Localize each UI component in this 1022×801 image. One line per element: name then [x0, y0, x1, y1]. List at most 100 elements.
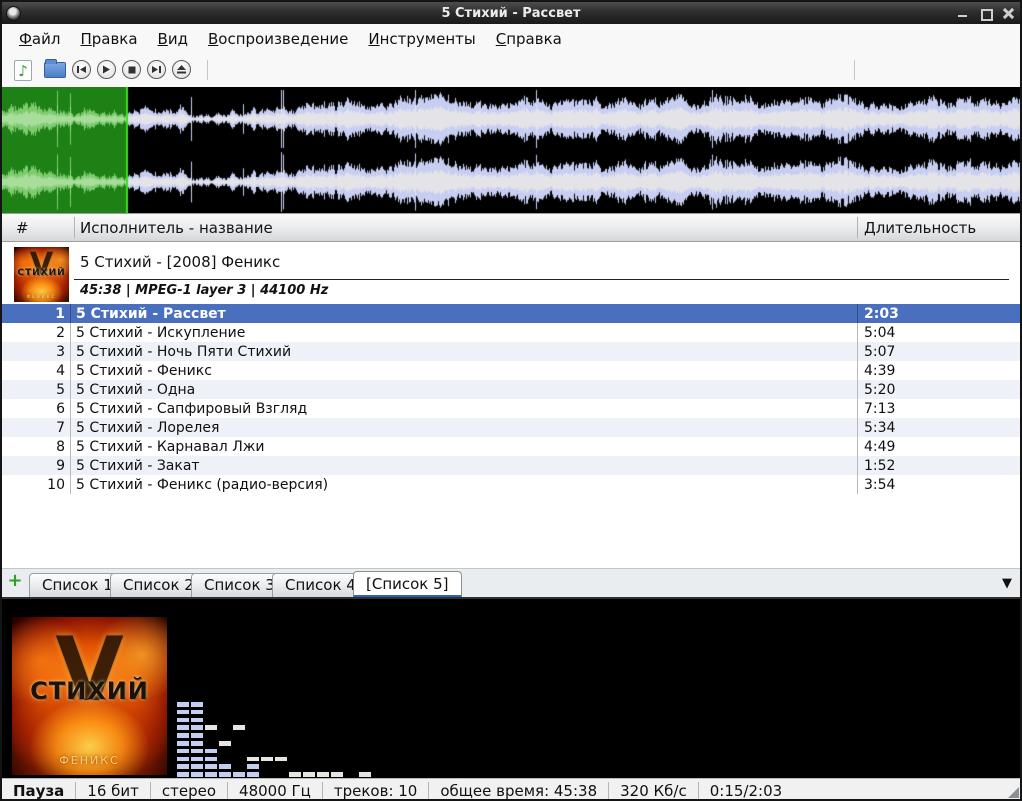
spectrum-segment: [275, 757, 287, 762]
track-row[interactable]: 25 Стихий - Искупление5:04: [2, 323, 1020, 342]
maximize-icon[interactable]: [980, 8, 991, 19]
menu-file[interactable]: Файл: [10, 26, 69, 52]
previous-button[interactable]: [72, 60, 91, 79]
spectrum-segment: [205, 772, 217, 777]
menu-help[interactable]: Справка: [487, 26, 571, 52]
stop-button[interactable]: [122, 60, 141, 79]
status-playback-state: Пауза: [2, 782, 75, 800]
status-channels: стерео: [150, 782, 227, 800]
spectrum-segment: [205, 749, 217, 754]
spectrum-segment: [177, 733, 189, 738]
spectrum-segment: [191, 725, 203, 730]
visualization-pane: V СТИХИЙ ФЕНИКС: [2, 597, 1020, 778]
track-list: 15 Стихий - Рассвет2:03 25 Стихий - Иску…: [2, 304, 1020, 494]
track-row[interactable]: 35 Стихий - Ночь Пяти Стихий5:07: [2, 342, 1020, 361]
spectrum-segment: [177, 725, 189, 730]
group-title: 5 Стихий - [2008] Феникс: [80, 253, 280, 271]
spectrum-segment: [177, 772, 189, 777]
track-row[interactable]: 95 Стихий - Закат1:52: [2, 456, 1020, 475]
title-bar[interactable]: 5 Стихий - Рассвет: [2, 2, 1020, 24]
waveform-canvas[interactable]: [2, 87, 1022, 213]
track-row[interactable]: 65 Стихий - Сапфировый Взгляд7:13: [2, 399, 1020, 418]
window-title: 5 Стихий - Рассвет: [2, 6, 1020, 21]
playlist-column-header: # Исполнитель - название Длительность: [2, 213, 1020, 242]
column-duration[interactable]: Длительность: [864, 219, 976, 237]
spectrum-segment: [261, 757, 273, 762]
spectrum-segment: [177, 718, 189, 723]
spectrum-segment: [191, 772, 203, 777]
playlist-empty-area[interactable]: [2, 494, 1020, 568]
status-position-time: 0:15/2:03: [698, 782, 793, 800]
track-row[interactable]: 45 Стихий - Феникс4:39: [2, 361, 1020, 380]
add-files-icon[interactable]: ♪: [14, 60, 32, 81]
spectrum-segment: [247, 764, 259, 769]
menu-tools[interactable]: Инструменты: [359, 26, 484, 52]
spectrum-segment: [177, 749, 189, 754]
track-row[interactable]: 105 Стихий - Феникс (радио-версия)3:54: [2, 475, 1020, 494]
playlist-tab-bar: + Список 1 Список 2 Список 3 Список 4 [С…: [2, 568, 1020, 597]
column-separator[interactable]: [74, 217, 75, 238]
spectrum-segment: [219, 764, 231, 769]
eject-button[interactable]: [172, 60, 191, 79]
spectrum-segment: [359, 772, 371, 777]
toolbar-separator-2: [854, 60, 855, 80]
tab-overflow-icon[interactable]: ▼: [1002, 576, 1012, 591]
spectrum-segment: [191, 749, 203, 754]
spectrum-segment: [191, 764, 203, 769]
spectrum-segment: [177, 757, 189, 762]
spectrum-segment: [191, 757, 203, 762]
add-playlist-button[interactable]: +: [7, 573, 23, 591]
menu-playback[interactable]: Воспроизведение: [199, 26, 357, 52]
album-art-thumbnail: V СТИХИЙ ФЕНИКС: [14, 247, 69, 302]
spectrum-segment: [191, 733, 203, 738]
menu-edit[interactable]: Правка: [71, 26, 146, 52]
album-art-large: V СТИХИЙ ФЕНИКС: [12, 617, 167, 775]
status-bit-depth: 16 бит: [75, 782, 150, 800]
spectrum-segment: [191, 741, 203, 746]
menu-bar: Файл Правка Вид Воспроизведение Инструме…: [2, 24, 1020, 54]
track-row[interactable]: 55 Стихий - Одна5:20: [2, 380, 1020, 399]
menu-view[interactable]: Вид: [149, 26, 197, 52]
next-button[interactable]: [147, 60, 166, 79]
track-row[interactable]: 15 Стихий - Рассвет2:03: [2, 304, 1020, 323]
spectrum-segment: [289, 772, 301, 777]
player-window: 5 Стихий - Рассвет Файл Правка Вид Воспр…: [0, 0, 1022, 801]
toolbar: ♪: [2, 54, 1020, 87]
spectrum-segment: [191, 718, 203, 723]
resize-grip[interactable]: [1008, 787, 1019, 798]
spectrum-segment: [177, 710, 189, 715]
spectrum-segment: [219, 741, 231, 746]
track-row[interactable]: 85 Стихий - Карнавал Лжи4:49: [2, 437, 1020, 456]
play-button[interactable]: [97, 60, 116, 79]
spectrum-segment: [177, 702, 189, 707]
track-row[interactable]: 75 Стихий - Лорелея5:34: [2, 418, 1020, 437]
column-artist-title[interactable]: Исполнитель - название: [80, 219, 273, 237]
status-total-time: общее время: 45:38: [428, 782, 608, 800]
spectrum-segment: [331, 772, 343, 777]
spectrum-segment: [247, 757, 259, 762]
spectrum-segment: [205, 757, 217, 762]
spectrum-segment: [177, 764, 189, 769]
minimize-icon[interactable]: [957, 8, 968, 19]
spectrum-segment: [233, 772, 245, 777]
column-number[interactable]: #: [16, 219, 29, 237]
status-bar: Пауза 16 бит стерео 48000 Гц треков: 10 …: [2, 778, 1020, 801]
spectrum-analyzer: [177, 702, 577, 780]
group-underline: [74, 279, 1009, 280]
spectrum-segment: [177, 741, 189, 746]
status-track-count: треков: 10: [322, 782, 428, 800]
spectrum-segment: [219, 772, 231, 777]
spectrum-segment: [191, 710, 203, 715]
close-icon[interactable]: [1003, 8, 1014, 19]
group-format-info: 45:38 | MPEG-1 layer 3 | 44100 Hz: [80, 283, 328, 298]
column-separator[interactable]: [857, 217, 858, 238]
add-folder-icon[interactable]: [44, 62, 66, 78]
tab-playlist-5[interactable]: [Список 5]: [353, 571, 462, 598]
spectrum-segment: [191, 702, 203, 707]
toolbar-separator: [207, 60, 208, 80]
spectrum-segment: [205, 725, 217, 730]
spectrum-segment: [247, 772, 259, 777]
spectrum-segment: [317, 772, 329, 777]
album-group-header[interactable]: V СТИХИЙ ФЕНИКС 5 Стихий - [2008] Феникс…: [2, 242, 1020, 304]
waveform-seekbar[interactable]: [2, 87, 1022, 213]
